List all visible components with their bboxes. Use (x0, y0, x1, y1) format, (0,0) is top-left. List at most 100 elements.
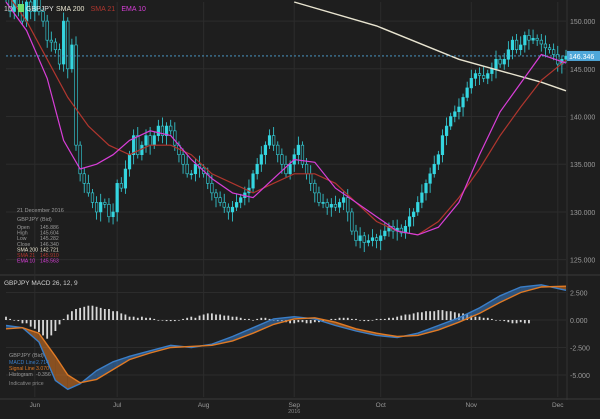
histogram-bar (495, 320, 497, 321)
candle-body (366, 240, 370, 243)
histogram-bar (252, 320, 254, 321)
period-label[interactable]: 1D (4, 6, 13, 13)
candle-body (62, 20, 66, 65)
histogram-bar (190, 316, 193, 320)
histogram-bar (70, 311, 73, 320)
candle-body (156, 125, 160, 136)
candle-body (103, 202, 107, 205)
month-tick-label: Nov (466, 402, 478, 409)
candle-body (510, 39, 515, 51)
histogram-bar (433, 311, 436, 320)
histogram-bar (330, 318, 333, 320)
histogram-bar (136, 317, 139, 320)
histogram-bar (350, 318, 353, 320)
candle-body (214, 192, 218, 198)
histogram-bar (95, 306, 98, 320)
candle-body (457, 106, 461, 113)
candle-body (239, 197, 243, 203)
month-tick-label: Sep (288, 402, 300, 409)
histogram-bar (412, 313, 415, 320)
candle-body (535, 37, 539, 41)
candle-body (539, 39, 543, 45)
candle-body (90, 192, 95, 203)
histogram-bar (227, 315, 230, 320)
macd-axis-tick-label: 2.500 (570, 291, 588, 298)
candle-body (300, 144, 305, 165)
histogram-bar (21, 320, 24, 324)
candle-body (49, 39, 53, 43)
histogram-bar (367, 320, 370, 322)
histogram-bar (54, 320, 57, 331)
candle-body (407, 216, 412, 227)
candle-body (94, 202, 99, 213)
candle-body (506, 49, 510, 60)
macd-title: GBPJPY MACD 26, 12, 9 (4, 280, 78, 287)
candle-body (304, 163, 309, 175)
legend-entry[interactable]: SMA 200 (56, 6, 85, 13)
candle-body (552, 49, 556, 55)
month-tick-label: Jul (113, 402, 122, 409)
histogram-bar (91, 305, 94, 320)
candle-body (383, 230, 387, 237)
macd-info-instrument: GBPJPY (Bid) (9, 353, 44, 359)
histogram-bar (140, 316, 143, 320)
symbol-label[interactable]: GBPJPY (26, 6, 54, 13)
price-axis-tick-label: 130.000 (570, 210, 595, 217)
histogram-bar (235, 316, 238, 320)
histogram-bar (355, 318, 357, 320)
histogram-bar (388, 317, 390, 320)
histogram-bar (371, 320, 374, 321)
histogram-bar (223, 315, 226, 320)
legend-entry[interactable]: EMA 10 (121, 6, 146, 13)
candle-body (267, 135, 272, 146)
histogram-bar (83, 306, 86, 320)
histogram-bar (519, 320, 522, 323)
candle-body (123, 168, 128, 189)
histogram-bar (75, 309, 77, 320)
histogram-bar (482, 317, 485, 320)
symbol-marker-icon (18, 4, 24, 12)
candle-body (523, 35, 527, 46)
candle-body (234, 202, 239, 208)
candle-body (70, 44, 74, 70)
histogram-bar (186, 317, 189, 320)
histogram-bar (149, 317, 152, 320)
histogram-bar (499, 320, 502, 321)
candle-body (111, 211, 115, 218)
histogram-bar (297, 320, 300, 323)
info-row-label: EMA 10 (17, 259, 35, 265)
candle-body (444, 125, 449, 136)
candle-body (99, 202, 103, 213)
candle-body (57, 49, 62, 65)
candle-body (490, 68, 494, 74)
legend-entry[interactable]: SMA 21 (91, 6, 116, 13)
histogram-bar (62, 318, 65, 320)
histogram-bar (309, 320, 312, 324)
histogram-bar (264, 317, 267, 320)
histogram-bar (116, 311, 119, 320)
candle-body (107, 204, 111, 218)
histogram-bar (346, 317, 349, 320)
histogram-bar (359, 320, 362, 321)
candle-body (498, 58, 502, 65)
histogram-bar (99, 307, 102, 320)
candle-body (416, 202, 420, 213)
histogram-bar (503, 320, 506, 322)
candle-body (218, 197, 222, 203)
histogram-bar (507, 320, 510, 323)
histogram-bar (132, 316, 135, 320)
histogram-bar (9, 318, 12, 320)
histogram-bar (256, 318, 259, 320)
histogram-bar (103, 309, 106, 320)
candle-body (350, 211, 354, 232)
histogram-bar (161, 320, 164, 321)
candle-body (453, 111, 457, 117)
histogram-bar (441, 310, 444, 320)
info-date: 21 December 2016 (17, 208, 64, 214)
histogram-bar (231, 316, 234, 320)
histogram-bar (243, 318, 246, 320)
month-tick-label: Oct (376, 402, 386, 409)
price-axis-tick-label: 125.000 (570, 258, 595, 265)
candle-body (473, 73, 478, 79)
candle-body (66, 20, 70, 70)
